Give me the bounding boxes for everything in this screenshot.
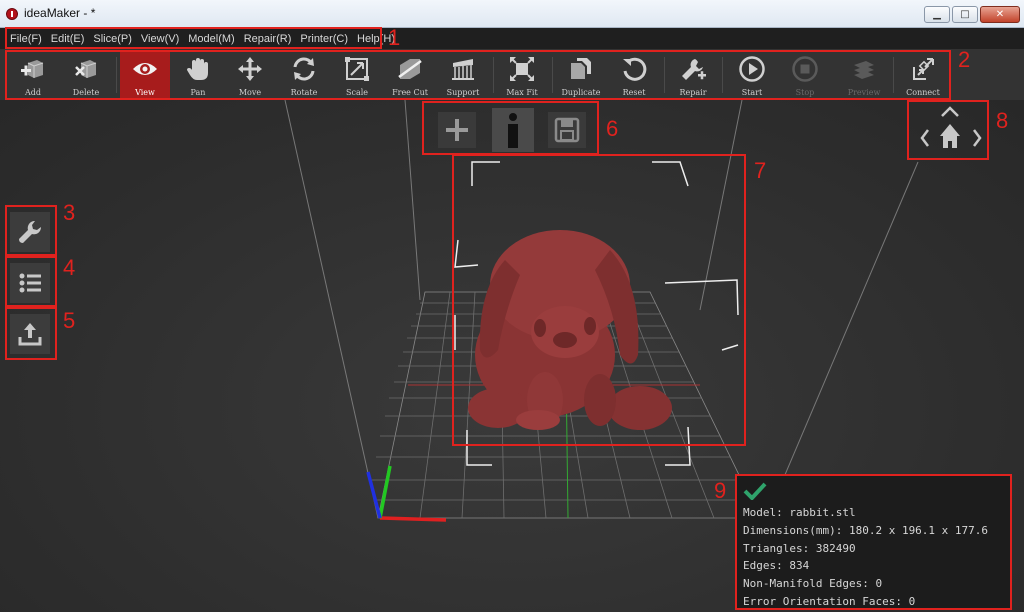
app-window: ideaMaker - * ▁ □ ✕ File(F) Edit(E) Slic… [0,0,1024,612]
callout-number-5: 5 [63,308,76,333]
maximize-button[interactable]: □ [952,6,978,23]
callout-box-5 [5,307,57,360]
callout-box-3 [5,205,57,256]
callout-number-7: 7 [754,158,767,183]
axis-gizmo [366,465,447,522]
callout-box-7 [452,154,746,446]
callout-box-4 [5,256,57,307]
callout-number-6: 6 [606,116,619,141]
window-controls: ▁ □ ✕ [924,6,1020,23]
callout-box-9 [735,474,1012,610]
callout-number-9: 9 [714,478,727,503]
window-title: ideaMaker - * [24,6,96,20]
callout-box-6 [422,101,599,155]
callout-number-8: 8 [996,108,1009,133]
title-bar: ideaMaker - * ▁ □ ✕ [0,0,1024,28]
callout-box-8 [907,100,989,160]
callout-number-1: 1 [388,25,401,50]
app-logo-icon [6,8,18,20]
callout-number-4: 4 [63,255,76,280]
minimize-button[interactable]: ▁ [924,6,950,23]
callout-box-1 [5,27,382,49]
callout-box-2 [5,50,951,100]
close-button[interactable]: ✕ [980,6,1020,23]
callout-number-2: 2 [958,47,971,72]
callout-number-3: 3 [63,200,76,225]
